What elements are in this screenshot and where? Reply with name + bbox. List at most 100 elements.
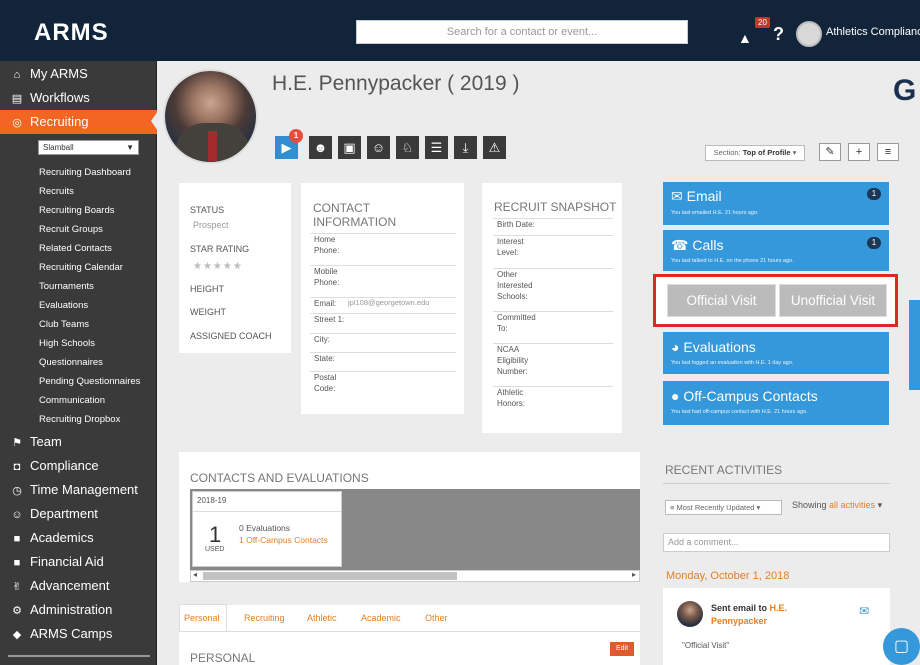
tab-other[interactable]: Other xyxy=(425,613,448,623)
document-icon[interactable]: ☰ xyxy=(425,136,448,159)
sidebar-item-label: Advancement xyxy=(30,578,110,593)
search-input[interactable]: Search for a contact or event... xyxy=(356,20,688,44)
dashboard-icon: ◕ xyxy=(671,339,680,355)
contact-row: Postal Code: xyxy=(310,371,456,399)
person-icon[interactable]: ☺ xyxy=(367,136,390,159)
sidebar-item-advancement[interactable]: ✌ Advancement xyxy=(0,574,157,598)
sidebar-item-label: Recruiting xyxy=(30,114,89,129)
warning-icon[interactable]: ⚠ xyxy=(483,136,506,159)
official-visit-button[interactable]: Official Visit xyxy=(667,284,776,317)
user-name: Athletics Compliance xyxy=(826,26,920,38)
sidebar-item-financial-aid[interactable]: ■ Financial Aid xyxy=(0,550,157,574)
star-rating[interactable]: ★★★★★ xyxy=(193,261,243,272)
menu-button[interactable]: ≡ xyxy=(877,143,899,161)
sport-select[interactable]: Slamball ▼ xyxy=(38,140,139,155)
sidebar-subitem[interactable]: Tournaments xyxy=(39,281,94,292)
group-icon[interactable]: ☻ xyxy=(309,136,332,159)
contacts-evaluations-title: CONTACTS AND EVALUATIONS xyxy=(190,471,369,485)
activity-filter[interactable]: Showing all activities ▾ xyxy=(792,500,882,511)
page-title: H.E. Pennypacker ( 2019 ) xyxy=(272,72,520,95)
scroll-left-icon[interactable]: ◂ xyxy=(193,570,197,579)
sidebar-subitem[interactable]: Recruits xyxy=(39,186,74,197)
bell-icon[interactable]: ▲ xyxy=(738,30,752,46)
user-avatar[interactable] xyxy=(796,21,822,47)
activity-name-last[interactable]: Pennypacker xyxy=(711,616,767,626)
home-icon: ⌂ xyxy=(13,69,21,81)
sidebar-item-compliance[interactable]: ◘ Compliance xyxy=(0,454,157,478)
snapshot-row: Athletic Honors: xyxy=(493,386,613,416)
activity-name-first[interactable]: H.E. xyxy=(770,603,788,613)
sidebar-subitem[interactable]: High Schools xyxy=(39,338,95,349)
status-label: STATUS xyxy=(190,205,225,215)
trophy-icon[interactable]: ♘ xyxy=(396,136,419,159)
profile-photo[interactable] xyxy=(163,69,258,164)
personal-section-title: PERSONAL xyxy=(190,651,256,665)
tab-personal[interactable]: Personal xyxy=(184,613,220,623)
help-icon[interactable]: ? xyxy=(773,24,784,45)
sidebar-subitem[interactable]: Recruiting Calendar xyxy=(39,262,123,273)
user-menu[interactable]: Athletics Compliance▾ xyxy=(826,25,920,38)
handshake-icon: ✌ xyxy=(12,581,22,593)
sidebar-item-my-arms[interactable]: ⌂ My ARMS xyxy=(0,62,157,86)
tab-academic[interactable]: Academic xyxy=(361,613,401,623)
email-value[interactable]: jpl108@georgetown.edu xyxy=(348,298,429,307)
sidebar-subitem[interactable]: Recruit Groups xyxy=(39,224,103,235)
calls-panel[interactable]: ☎ Calls You last talked to H.E. on the p… xyxy=(663,230,889,271)
edit-icon[interactable]: ✎ xyxy=(819,143,841,161)
sidebar-item-time-management[interactable]: ◷ Time Management xyxy=(0,478,157,502)
sidebar-item-academics[interactable]: ■ Academics xyxy=(0,526,157,550)
calls-title: ☎ Calls xyxy=(671,237,723,254)
sidebar-subitem[interactable]: Recruiting Dashboard xyxy=(39,167,131,178)
showing-value: all activities xyxy=(829,500,876,510)
chat-icon[interactable]: ▢ xyxy=(883,628,920,665)
sidebar-item-workflows[interactable]: ▤ Workflows xyxy=(0,86,157,110)
edit-button[interactable]: Edit xyxy=(610,642,634,656)
sidebar-item-administration[interactable]: ⚙ Administration xyxy=(0,598,157,622)
scroll-right-icon[interactable]: ▸ xyxy=(632,570,636,579)
sidebar-subitem[interactable]: Related Contacts xyxy=(39,243,112,254)
height-label: HEIGHT xyxy=(190,284,225,294)
year-card[interactable]: 2018-19 1 USED 0 Evaluations 1 Off-Campu… xyxy=(192,491,342,567)
evaluations-subtitle: You last logged an evaluation with H.E. … xyxy=(671,360,794,366)
clipboard-icon: ▤ xyxy=(11,93,23,105)
comment-input[interactable]: Add a comment... xyxy=(663,533,890,552)
download-icon[interactable]: ⤓ xyxy=(454,136,477,159)
id-card-icon[interactable]: ▣ xyxy=(338,136,361,159)
contact-row: Home Phone: xyxy=(310,233,456,265)
gear-icon: ⚙ xyxy=(12,605,22,617)
unofficial-visit-button[interactable]: Unofficial Visit xyxy=(779,284,887,317)
recent-activities-title: RECENT ACTIVITIES xyxy=(665,463,783,477)
sidebar-item-label: Workflows xyxy=(30,90,90,105)
snapshot-row: Committed To: xyxy=(493,311,613,340)
side-scroll-tab[interactable] xyxy=(909,300,920,390)
snapshot-row: NCAA Eligibility Number: xyxy=(493,343,613,383)
activity-action: Sent email to xyxy=(711,603,768,613)
sidebar-subitem[interactable]: Pending Questionnaires xyxy=(39,376,140,387)
add-button[interactable]: + xyxy=(848,143,870,161)
sidebar-subitem[interactable]: Recruiting Dropbox xyxy=(39,414,120,425)
sidebar-subitem[interactable]: Recruiting Boards xyxy=(39,205,115,216)
sort-select[interactable]: ≡ Most Recently Updated ▾ xyxy=(665,500,782,515)
evaluations-panel[interactable]: ◕ Evaluations You last logged an evaluat… xyxy=(663,332,889,374)
scrollbar-thumb[interactable] xyxy=(203,572,457,580)
horizontal-scrollbar[interactable]: ◂ ▸ xyxy=(190,570,640,582)
sidebar-item-team[interactable]: ⚑ Team xyxy=(0,430,157,454)
sidebar-item-department[interactable]: ☺ Department xyxy=(0,502,157,526)
sidebar-subitem[interactable]: Communication xyxy=(39,395,105,406)
offcampus-count[interactable]: 1 Off-Campus Contacts xyxy=(239,535,328,545)
offcampus-panel[interactable]: ● Off-Campus Contacts You last had off-c… xyxy=(663,381,889,425)
flag-icon: ⚑ xyxy=(12,437,22,449)
calls-subtitle: You last talked to H.E. on the phone 21 … xyxy=(671,258,794,264)
sidebar-item-recruiting[interactable]: ◎ Recruiting xyxy=(0,110,157,134)
tab-athletic[interactable]: Athletic xyxy=(307,613,337,623)
app-logo[interactable]: ARMS xyxy=(34,19,109,47)
sidebar-subitem[interactable]: Evaluations xyxy=(39,300,88,311)
sidebar-subitem[interactable]: Questionnaires xyxy=(39,357,103,368)
sidebar-subitem[interactable]: Club Teams xyxy=(39,319,89,330)
sidebar-item-arms-camps[interactable]: ◆ ARMS Camps xyxy=(0,622,157,646)
email-count-badge: 1 xyxy=(867,188,881,200)
section-select[interactable]: Section: Top of Profile ▾ xyxy=(705,145,805,161)
email-panel[interactable]: ✉ Email You last emailed H.E. 21 hours a… xyxy=(663,182,889,225)
phone-icon: ☎ xyxy=(671,237,689,253)
tab-recruiting[interactable]: Recruiting xyxy=(244,613,285,623)
